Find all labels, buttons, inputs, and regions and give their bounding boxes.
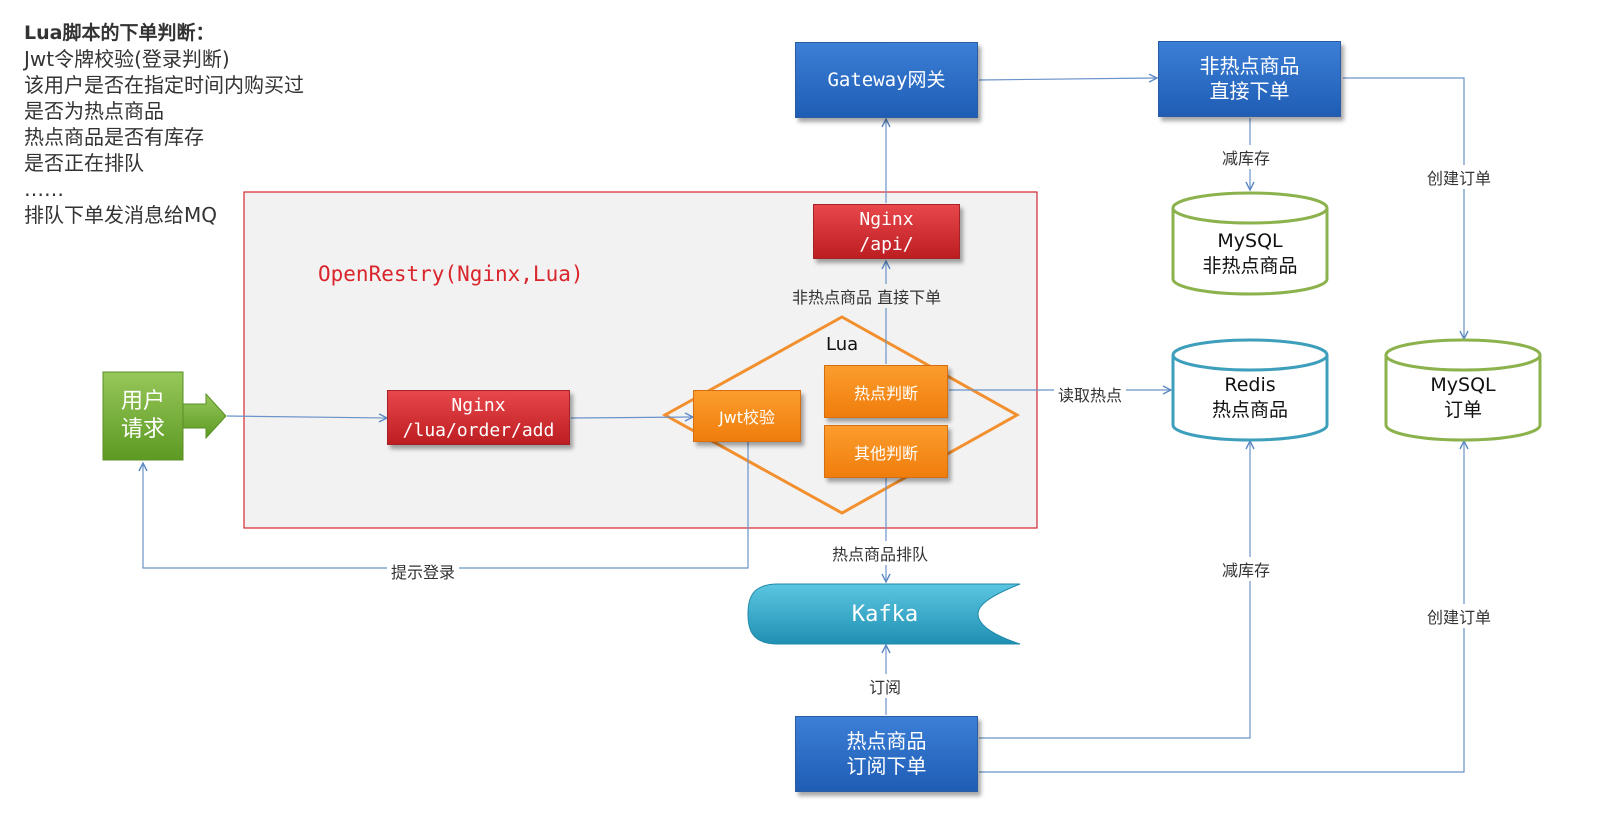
- edge-label-subscribe: 订阅: [865, 674, 906, 698]
- kafka-label: Kafka: [851, 601, 919, 627]
- edge-label-prompt-login: 提示登录: [387, 559, 460, 583]
- edge-nonhot-to-mysql-order: [1343, 77, 1464, 338]
- nginx-lua-line2: /lua/order/add: [402, 419, 555, 441]
- nginx-api-line2: /api/: [859, 233, 914, 255]
- redis-label: Redis 热点商品: [1173, 373, 1327, 423]
- other-check-label: 其他判断: [853, 443, 918, 463]
- notes-line: Jwt令牌校验(登录判断): [24, 47, 230, 71]
- hot-check-label: 热点判断: [853, 383, 918, 403]
- hot-subscribe-line2: 订阅下单: [846, 754, 927, 778]
- edge-subscribe-to-mysql-order: [979, 442, 1464, 773]
- redis-line1: Redis: [1224, 374, 1276, 396]
- gateway-label: Gateway网关: [827, 68, 946, 91]
- mysql-order-line1: MySQL: [1430, 374, 1496, 396]
- nginx-lua-line1: Nginx: [451, 394, 506, 416]
- non-hot-order-line2: 直接下单: [1209, 79, 1290, 103]
- notes-line: ……: [24, 177, 64, 201]
- nginx-lua-node[interactable]: Nginx /lua/order/add: [387, 390, 570, 445]
- notes-line: 该用户是否在指定时间内购买过: [24, 73, 304, 97]
- nginx-api-line1: Nginx: [859, 208, 914, 230]
- hot-subscribe-node[interactable]: 热点商品 订阅下单: [795, 716, 978, 792]
- gateway-node[interactable]: Gateway网关: [795, 42, 978, 118]
- notes-line: 是否正在排队: [24, 151, 144, 175]
- mysql-order-label: MySQL 订单: [1386, 373, 1540, 423]
- lua-label: Lua: [826, 334, 859, 355]
- jwt-node[interactable]: Jwt校验: [693, 390, 801, 442]
- notes-line: 热点商品是否有库存: [24, 125, 204, 149]
- user-request-line2: 请求: [120, 417, 165, 442]
- other-check-node[interactable]: 其他判断: [824, 425, 948, 478]
- openresty-title: OpenRestry(Nginx,Lua): [318, 262, 584, 286]
- mysql-order-line2: 订单: [1443, 399, 1482, 421]
- redis-line2: 热点商品: [1211, 399, 1288, 421]
- notes-panel: Lua脚本的下单判断： Jwt令牌校验(登录判断) 该用户是否在指定时间内购买过…: [24, 20, 304, 228]
- user-request-text[interactable]: 用户 请求: [103, 372, 183, 460]
- edge-label-reduce-stock-top: 减库存: [1218, 145, 1275, 169]
- edge-label-create-order-top: 创建订单: [1423, 165, 1496, 189]
- hot-check-node[interactable]: 热点判断: [824, 365, 948, 418]
- edge-label-hot-queue: 热点商品排队: [828, 541, 933, 565]
- hot-subscribe-line1: 热点商品: [846, 729, 927, 753]
- edge-label-read-hot: 读取热点: [1054, 382, 1127, 406]
- notes-title: Lua脚本的下单判断：: [24, 22, 215, 44]
- user-request-line1: 用户: [120, 389, 165, 414]
- mysql-non-hot-label: MySQL 非热点商品: [1173, 229, 1327, 279]
- nginx-api-node[interactable]: Nginx /api/: [813, 204, 960, 259]
- notes-line: 排队下单发消息给MQ: [24, 203, 217, 227]
- mysql-non-hot-line2: 非热点商品: [1202, 255, 1298, 277]
- kafka-node[interactable]: Kafka: [790, 584, 980, 644]
- jwt-label: Jwt校验: [718, 408, 776, 427]
- edge-label-non-hot-direct: 非热点商品 直接下单: [788, 284, 946, 308]
- edge-label-reduce-stock-bottom: 减库存: [1218, 557, 1275, 581]
- edge-label-create-order-bottom: 创建订单: [1423, 604, 1496, 628]
- non-hot-order-line1: 非热点商品: [1199, 54, 1300, 78]
- notes-line: 是否为热点商品: [24, 99, 164, 123]
- mysql-non-hot-line1: MySQL: [1217, 230, 1283, 252]
- edge-gateway-to-nonhot: [978, 78, 1156, 80]
- non-hot-order-node[interactable]: 非热点商品 直接下单: [1158, 41, 1341, 117]
